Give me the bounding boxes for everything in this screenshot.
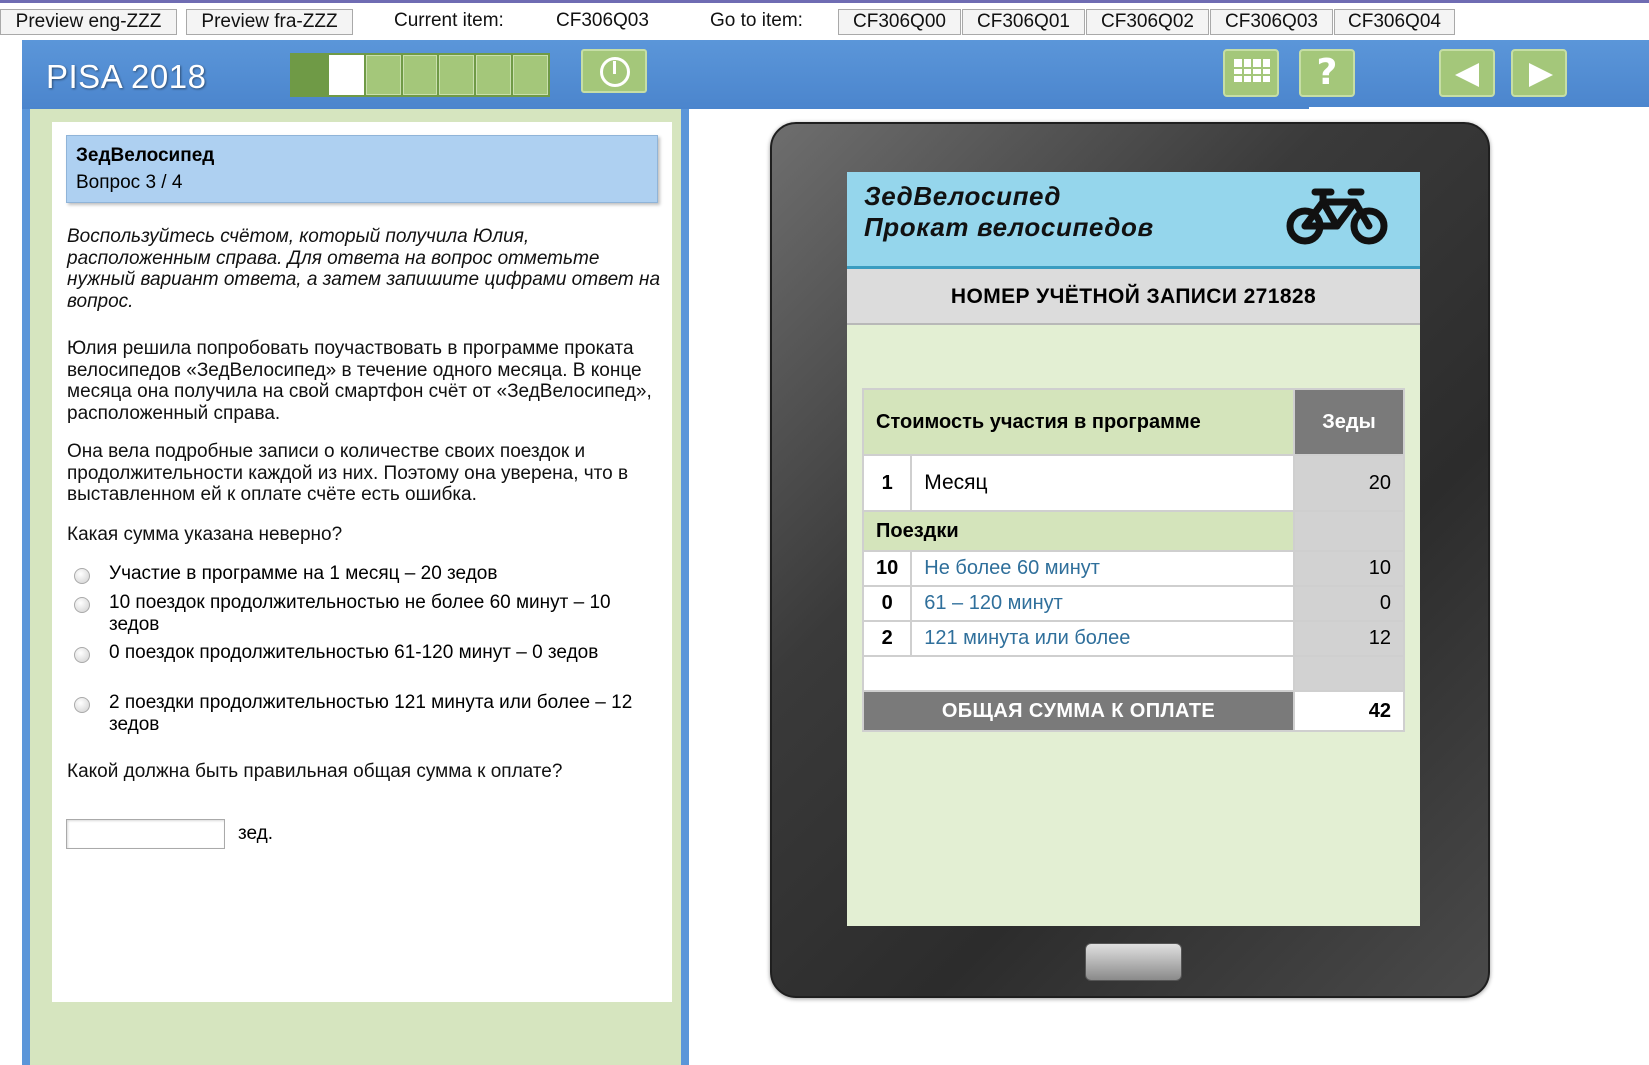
- question-content: ЗедВелосипед Вопрос 3 / 4 Воспользуйтесь…: [52, 122, 672, 1002]
- app-header: ЗедВелосипед Прокат велосипедов: [847, 172, 1420, 269]
- radio-button[interactable]: [74, 647, 90, 663]
- empty-cell: [862, 655, 1295, 692]
- membership-qty: 1: [861, 454, 913, 512]
- total-answer-input[interactable]: [66, 819, 225, 849]
- table-row: [862, 655, 1405, 692]
- preview-eng-button[interactable]: Preview eng-ZZZ: [0, 9, 177, 35]
- radio-button[interactable]: [74, 597, 90, 613]
- bill-table: Стоимость участия в программе Зеды 1 Мес…: [861, 388, 1405, 732]
- app-title: ЗедВелосипед: [864, 181, 1062, 211]
- progress-step: [513, 55, 549, 95]
- option-label: 0 поездок продолжительностью 61-120 мину…: [109, 642, 599, 663]
- membership-label: Месяц: [910, 454, 1295, 512]
- progress-step: [439, 55, 475, 95]
- radio-button[interactable]: [74, 568, 90, 584]
- trip-qty: 10: [861, 550, 913, 587]
- table-row: 0 61 – 120 минут 0: [861, 585, 1405, 622]
- progress-step: [292, 55, 327, 95]
- trip-cost: 10: [1293, 550, 1405, 587]
- table-row: ОБЩАЯ СУММА К ОПЛАТЕ 42: [862, 690, 1405, 732]
- brand-title: PISA 2018: [46, 58, 207, 95]
- progress-step: [365, 55, 401, 95]
- trip-duration: 61 – 120 минут: [910, 585, 1295, 622]
- calculator-icon[interactable]: [1223, 49, 1649, 861]
- phone-home-button: [1085, 943, 1182, 981]
- trip-qty: 0: [861, 585, 913, 622]
- question-prompt-2: Какой должна быть правильная общая сумма…: [67, 761, 563, 782]
- table-row: 2 121 минута или более 12: [861, 620, 1405, 657]
- table-row: Стоимость участия в программе Зеды: [862, 388, 1405, 456]
- table-row: 10 Не более 60 минут 10: [861, 550, 1405, 587]
- next-arrow-icon[interactable]: [1511, 49, 1567, 97]
- preview-toolbar: Preview eng-ZZZ Preview fra-ZZZ Current …: [0, 0, 1649, 38]
- trip-duration: 121 минута или более: [910, 620, 1295, 657]
- trip-cost: 12: [1293, 620, 1405, 657]
- clock-icon[interactable]: [581, 49, 647, 93]
- goto-item-button[interactable]: CF306Q03: [1210, 9, 1333, 35]
- instruction-text: Воспользуйтесь счётом, который получила …: [67, 226, 661, 312]
- goto-item-button[interactable]: CF306Q01: [962, 9, 1085, 35]
- unit-title: ЗедВелосипед: [76, 145, 215, 166]
- progress-step: [328, 55, 364, 95]
- stimulus-paragraph-1: Юлия решила попробовать поучаствовать в …: [67, 338, 652, 424]
- help-glyph: ?: [1316, 52, 1338, 93]
- goto-item-button[interactable]: CF306Q00: [838, 9, 961, 35]
- membership-header: Стоимость участия в программе: [862, 388, 1295, 456]
- current-item-label: Current item:: [394, 10, 504, 31]
- stimulus-paragraph-2: Она вела подробные записи о количестве с…: [67, 441, 629, 505]
- goto-item-button[interactable]: CF306Q04: [1334, 9, 1455, 35]
- question-prompt-1: Какая сумма указана неверно?: [67, 524, 343, 545]
- empty-cell: [1293, 655, 1405, 692]
- trip-duration: Не более 60 минут: [910, 550, 1295, 587]
- total-label: ОБЩАЯ СУММА К ОПЛАТЕ: [862, 690, 1295, 732]
- radio-button[interactable]: [74, 697, 90, 713]
- account-number: НОМЕР УЧЁТНОЙ ЗАПИСИ 271828: [847, 269, 1420, 325]
- trip-qty: 2: [861, 620, 913, 657]
- option-label: Участие в программе на 1 месяц – 20 зедо…: [109, 563, 498, 584]
- goto-item-label: Go to item:: [710, 10, 803, 31]
- bicycle-icon: [1286, 188, 1388, 245]
- preview-fra-button[interactable]: Preview fra-ZZZ: [186, 9, 353, 35]
- table-row: Поездки: [862, 510, 1405, 552]
- progress-step: [476, 55, 512, 95]
- question-header: ЗедВелосипед Вопрос 3 / 4: [66, 135, 658, 203]
- trips-header: Поездки: [862, 510, 1295, 552]
- back-arrow-icon[interactable]: [1439, 49, 1495, 97]
- app-subtitle: Прокат велосипедов: [864, 212, 1154, 242]
- help-icon[interactable]: ?: [1299, 49, 1355, 97]
- question-panel: ЗедВелосипед Вопрос 3 / 4 Воспользуйтесь…: [22, 109, 689, 1065]
- membership-cost: 20: [1293, 454, 1405, 512]
- option-label: 2 поездки продолжительностью 121 минута …: [109, 692, 633, 735]
- question-number: Вопрос 3 / 4: [76, 172, 183, 193]
- goto-item-button[interactable]: CF306Q02: [1086, 9, 1209, 35]
- trip-cost: 0: [1293, 585, 1405, 622]
- phone-screen: ЗедВелосипед Прокат велосипедов НОМЕР УЧ…: [847, 172, 1420, 926]
- currency-unit-label: зед.: [238, 823, 274, 844]
- progress-step: [402, 55, 438, 95]
- progress-bar: [290, 53, 550, 97]
- table-row: 1 Месяц 20: [861, 454, 1405, 512]
- empty-cell: [1293, 510, 1405, 552]
- option-label: 10 поездок продолжительностью не более 6…: [109, 592, 611, 635]
- smartphone-frame: ЗедВелосипед Прокат велосипедов НОМЕР УЧ…: [770, 122, 1490, 998]
- test-header: PISA 2018 ?: [22, 40, 1649, 861]
- total-value: 42: [1293, 690, 1405, 732]
- currency-header: Зеды: [1293, 388, 1405, 456]
- current-item-value: CF306Q03: [556, 10, 649, 31]
